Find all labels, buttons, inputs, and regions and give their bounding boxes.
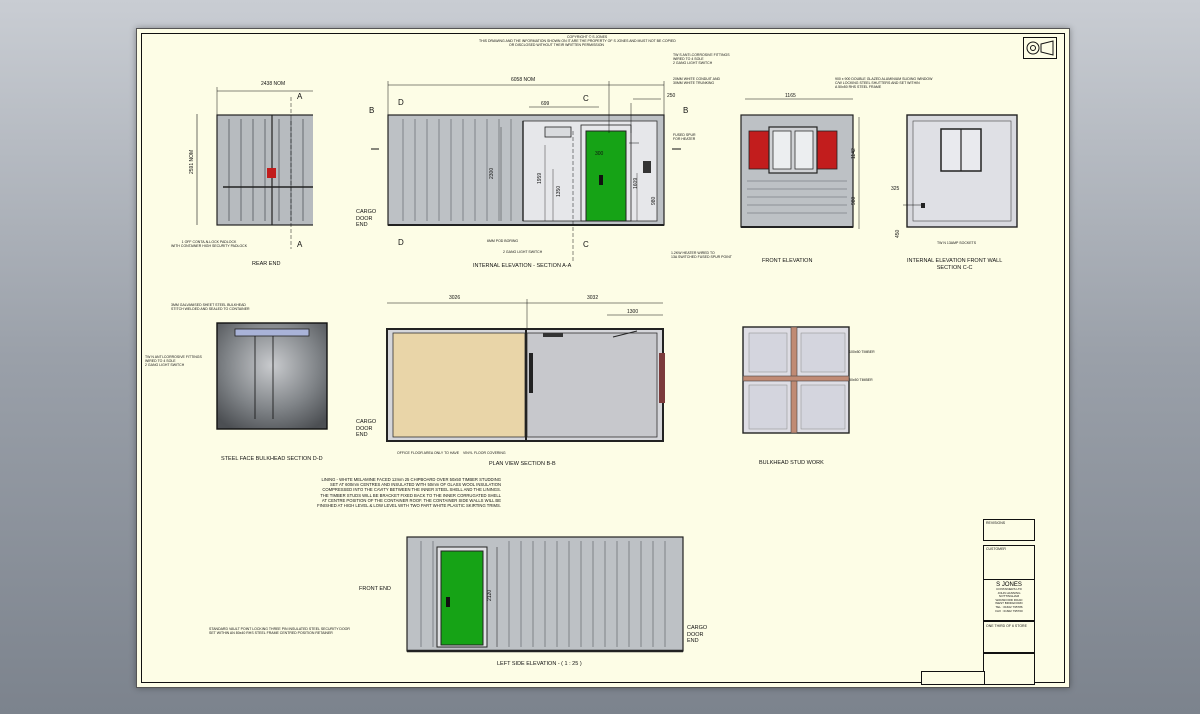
bulkhead-steel-note: 3MM GALVANISED SHEET STEEL BULKHEAD STIT…	[171, 303, 250, 312]
front-elevation-title: FRONT ELEVATION	[762, 258, 813, 264]
lining-notes: LINING - WHITE MELAMINE FACED 12mm 25 CH…	[317, 477, 501, 509]
dim-325: 325	[891, 186, 900, 192]
section-mark-b-right: B	[683, 106, 689, 115]
sheet-info-box	[983, 653, 1035, 685]
dim-300: 300	[595, 151, 604, 157]
elev-note-fittings: TW S ANTI-CORROSIVE FITTINGS WIRED TO 4 …	[673, 53, 730, 66]
revision-label: REVISIONS	[986, 521, 1006, 525]
cargo-door-label-3: CARGO DOOR END	[687, 625, 708, 644]
elev-note-switch: 2 GANG LIGHT SWITCH	[503, 250, 543, 254]
elev-note-heater: 1.2KW HEATER WIRED TO 13A SWITCHED FUSED…	[671, 251, 732, 260]
copyright-line-3: OR DISCLOSED WITHOUT THEIR WRITTEN PERMI…	[509, 43, 604, 47]
dim-2300: 2300	[489, 167, 495, 179]
rear-end-height: 2591 NOM	[189, 149, 195, 174]
plan-view-title: PLAN VIEW SECTION B-B	[489, 461, 556, 467]
bulkhead-fittings-note: TW N ANTI-CORROSIVE FITTINGS WIRED TO 4 …	[145, 355, 202, 368]
bottom-strip	[921, 671, 985, 685]
drawing-sheet: COPYRIGHT © S JONES THIS DRAWING AND THE…	[136, 28, 1070, 688]
section-mark-d-top: D	[398, 98, 404, 107]
section-mark-b-left: B	[369, 106, 375, 115]
section-mark-c-bottom: C	[583, 240, 589, 249]
customer-label: CUSTOMER	[986, 547, 1006, 551]
dim-1142: 1142	[851, 148, 857, 159]
section-mark-d-bottom: D	[398, 238, 404, 247]
revision-box: REVISIONS	[983, 519, 1035, 541]
front-elevation-drawing	[740, 98, 860, 229]
dim-1300: 1300	[627, 309, 639, 315]
bulkhead-stud-title: BULKHEAD STUD WORK	[759, 460, 824, 466]
sockets-note: TW N 13AMP SOCKETS	[937, 241, 977, 245]
internal-elevation-title: INTERNAL ELEVATION - SECTION A-A	[473, 263, 572, 269]
bulkhead-section-drawing	[216, 322, 328, 430]
front-end-label: FRONT END	[359, 586, 391, 592]
section-mark-c-top: C	[583, 94, 589, 103]
bulkhead-section-title: STEEL FACE BULKHEAD SECTION D-D	[221, 456, 323, 462]
rear-end-width: 2438 NOM	[261, 81, 286, 87]
rear-end-note: 1 OFF CONTA-N-LOCK PADLOCK WITH CONTAINE…	[171, 240, 248, 249]
rear-end-title: REAR END	[252, 261, 281, 267]
left-side-elevation-title: LEFT SIDE ELEVATION - ( 1 : 25 )	[497, 661, 582, 667]
timber-100x50: 100x50 TIMBER	[849, 350, 875, 354]
dim-2120: 2120	[487, 589, 493, 601]
projection-symbol-icon	[1023, 37, 1057, 59]
section-mark-a-bottom: A	[297, 240, 303, 249]
internal-front-wall-title: INTERNAL ELEVATION FRONT WALL SECTION C-…	[907, 258, 1003, 271]
company-phone: TEL : 01602 795786 FAX : 01602 795700	[995, 604, 1023, 613]
elev-note-boring: 6MM POD BORING	[487, 239, 519, 243]
timber-50x50: 50x50 TIMBER	[849, 378, 873, 382]
dim-450: 450	[895, 229, 901, 238]
section-mark-a-top: A	[297, 92, 303, 101]
elev-note-fused-spur: FUSED SPUR FOR HEATER	[673, 133, 696, 142]
company-box: S JONES CONTAINERS LTD JOHN HANNING NOTT…	[983, 579, 1035, 621]
internal-elevation-drawing	[371, 81, 681, 263]
bulkhead-stud-drawing	[742, 326, 850, 434]
dim-1959: 1959	[537, 172, 543, 184]
customer-box: CUSTOMER	[983, 545, 1035, 581]
dim-1350: 1350	[556, 185, 562, 197]
dim-1609: 1609	[633, 177, 639, 189]
elev-note-conduit: 20MM WHITE CONDUIT AND 30MM WHITE TRUNKI…	[673, 77, 720, 86]
dim-699: 699	[541, 101, 550, 107]
front-window-note: 900 x 900 DOUBLE GLAZED ALUMINIUM SLIDIN…	[835, 77, 933, 90]
internal-front-wall-drawing	[903, 114, 1018, 228]
dim-980-front: 980	[851, 196, 857, 205]
dim-980: 980	[651, 196, 657, 205]
cargo-door-label-2: CARGO DOOR END	[356, 419, 377, 438]
dim-3026: 3026	[449, 295, 461, 301]
vinyl-floor-note: OFFICE FLOOR AREA ONLY TO HAVE VINYL FLO…	[397, 451, 506, 455]
dim-250: 250	[667, 93, 676, 99]
dim-6058: 6058 NOM	[511, 77, 536, 83]
dim-3032: 3032	[587, 295, 599, 301]
security-door-note: STANDARD VAULT POINT LOCKING THREE PIN I…	[209, 627, 350, 636]
company-address: CONTAINERS LTD JOHN HANNING NOTTINGHAM W…	[995, 587, 1023, 606]
cargo-door-label-1: CARGO DOOR END	[356, 209, 377, 228]
drawing-title-box: ONE THIRD OF 6 STORE	[983, 621, 1035, 653]
drawing-title: ONE THIRD OF 6 STORE	[986, 624, 1027, 628]
dim-1165: 1165	[785, 93, 796, 99]
left-side-elevation-drawing	[406, 536, 684, 653]
